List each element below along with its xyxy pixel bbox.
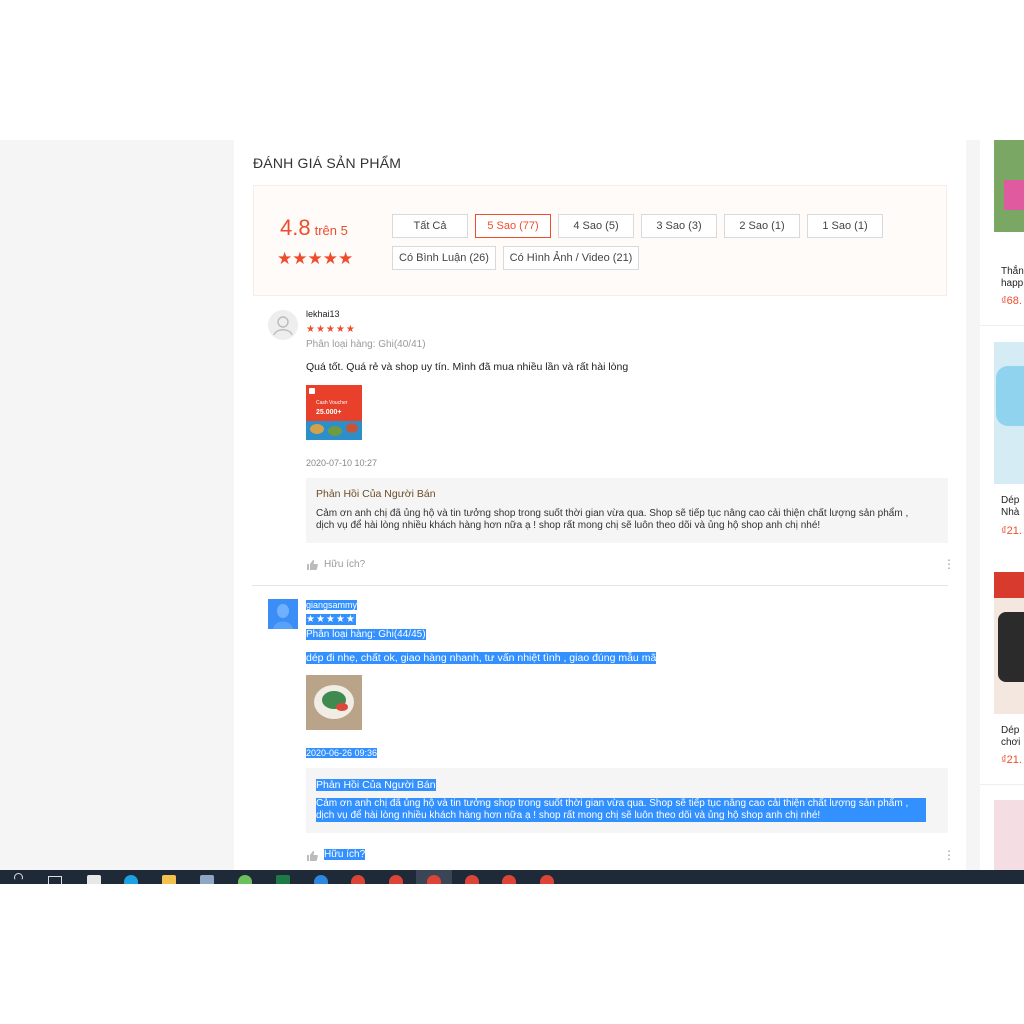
user-icon (273, 316, 293, 336)
reviewer-avatar[interactable] (268, 599, 298, 629)
review-image-thumbnail[interactable]: Cash Voucher 25.000+ (306, 385, 362, 440)
reviewer-username[interactable]: lekhai13 (306, 309, 340, 319)
shop-logo-icon (309, 388, 315, 394)
review-stars: ★★★★★ (306, 324, 356, 335)
review-comment: Quá tốt. Quá rẻ và shop uy tín. Mình đã … (306, 361, 629, 373)
filter-1-star-button[interactable]: 1 Sao (1) (807, 214, 883, 238)
review-divider (252, 585, 948, 586)
seller-reply-title: Phản Hồi Của Người Bán (316, 779, 436, 791)
helpful-button[interactable]: Hữu ích? (324, 849, 366, 860)
task-view-icon[interactable] (48, 876, 62, 884)
product-name-line2[interactable]: happ (1001, 278, 1023, 290)
voucher-amount: 25.000+ (316, 409, 342, 416)
calculator-icon[interactable] (200, 875, 214, 884)
filter-2-star-button[interactable]: 2 Sao (1) (724, 214, 800, 238)
chrome-icon[interactable] (540, 875, 554, 884)
product-name-line2[interactable]: Nhà (1001, 507, 1019, 519)
seller-reply-text: Cảm ơn anh chị đã ủng hộ và tin tưởng sh… (316, 508, 909, 531)
page-gutter (966, 140, 980, 870)
voucher-caption: Cash Voucher (316, 400, 348, 406)
product-name[interactable]: Thắn (1001, 266, 1024, 278)
more-options-icon[interactable]: ⋮ (943, 848, 955, 862)
filter-3-star-button[interactable]: 3 Sao (3) (641, 214, 717, 238)
review-date: 2020-06-26 09:36 (306, 748, 378, 758)
reviewer-avatar[interactable] (268, 310, 298, 340)
product-price: ₫21. (1001, 754, 1022, 766)
filter-all-button[interactable]: Tất Cả (392, 214, 468, 238)
seller-reply-title: Phản Hồi Của Người Bán (316, 488, 436, 500)
rating-stars: ★★★★★ (277, 249, 354, 268)
product-image[interactable] (994, 800, 1024, 870)
edge-browser-icon[interactable] (124, 875, 138, 884)
filter-with-media-button[interactable]: Có Hình Ảnh / Video (21) (503, 246, 639, 270)
filter-with-comment-button[interactable]: Có Bình Luận (26) (392, 246, 496, 270)
product-name[interactable]: Dép (1001, 495, 1019, 507)
review-date: 2020-07-10 10:27 (306, 458, 378, 468)
product-image[interactable] (994, 572, 1024, 714)
product-image[interactable] (994, 140, 1024, 232)
seller-reply-text: Cảm ơn anh chị đã ủng hộ và tin tưởng sh… (316, 798, 926, 822)
chrome-icon[interactable] (427, 875, 441, 884)
product-price: ₫68. (1001, 295, 1022, 307)
excel-icon[interactable] (276, 875, 290, 884)
thumbs-up-icon[interactable] (306, 558, 318, 570)
left-background (0, 140, 234, 870)
rating-overview (253, 185, 947, 296)
review-stars: ★★★★★ (306, 614, 356, 625)
product-image[interactable] (994, 342, 1024, 484)
product-name-line2[interactable]: chơi (1001, 737, 1020, 749)
filter-4-star-button[interactable]: 4 Sao (5) (558, 214, 634, 238)
zalo-icon[interactable] (314, 875, 328, 884)
chrome-icon[interactable] (389, 875, 403, 884)
review-variant: Phân loại hàng: Ghi(40/41) (306, 339, 426, 350)
chrome-icon[interactable] (351, 875, 365, 884)
review-comment: dép đi nhẹ, chất ok, giao hàng nhanh, tư… (306, 652, 657, 664)
product-price: ₫21. (1001, 525, 1022, 537)
thumbs-up-icon[interactable] (306, 849, 318, 861)
rating-score: 4.8 trên 5 (280, 215, 348, 241)
review-image-thumbnail[interactable] (306, 675, 362, 730)
review-variant: Phân loại hàng: Ghi(44/45) (306, 629, 426, 640)
file-explorer-icon[interactable] (162, 875, 176, 884)
chrome-icon[interactable] (502, 875, 516, 884)
chrome-icon[interactable] (465, 875, 479, 884)
product-name[interactable]: Dép (1001, 725, 1019, 737)
store-icon[interactable] (87, 875, 101, 884)
rating-value: 4.8 (280, 215, 311, 240)
rating-suffix: trên 5 (314, 223, 348, 238)
section-title: ĐÁNH GIÁ SẢN PHẨM (253, 155, 402, 171)
filter-5-star-button[interactable]: 5 Sao (77) (475, 214, 551, 238)
user-photo-icon (273, 604, 293, 629)
voucher-food-photo (306, 421, 362, 440)
app-icon[interactable] (238, 875, 252, 884)
reviewer-username[interactable]: giangsammy (306, 600, 358, 610)
more-options-icon[interactable]: ⋮ (943, 557, 955, 571)
helpful-button[interactable]: Hữu ích? (324, 559, 365, 570)
